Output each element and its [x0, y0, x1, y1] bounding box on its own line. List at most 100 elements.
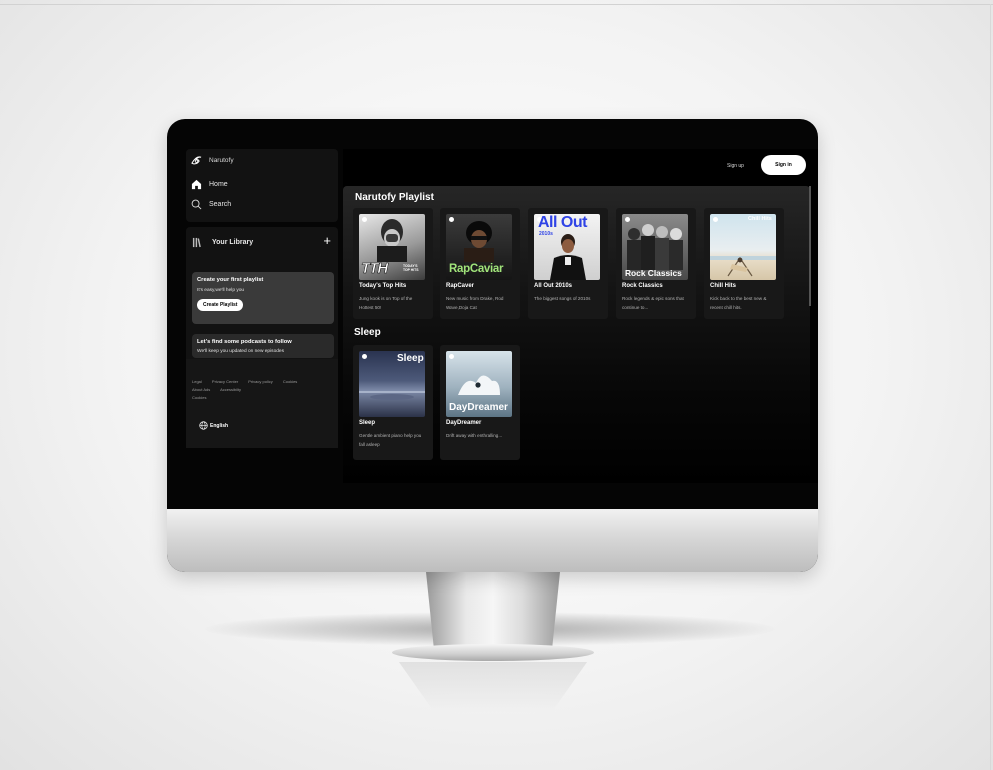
playlist-card[interactable]: Chill Hits Chill Hits Kick back to the b… — [704, 208, 784, 319]
playlist-card[interactable]: Sleep Sleep Gentle ambient piano help yo… — [353, 345, 433, 460]
card-description: The biggest songs of 2010s — [534, 296, 591, 301]
cover-title: Sleep — [397, 353, 424, 364]
library-header: Your Library + — [186, 227, 338, 257]
cover-title: TTH — [361, 260, 389, 278]
card-title: Rock Classics — [622, 283, 663, 289]
cover-figure — [377, 219, 407, 262]
playlist-cover: Sleep — [359, 351, 425, 417]
monitor-stand-base — [392, 644, 594, 661]
card-title: Today's Top Hits — [359, 283, 407, 289]
playlist-cover: DayDreamer — [446, 351, 512, 417]
playlist-card[interactable]: All Out 2010s All Out 2010s The biggest … — [528, 208, 608, 319]
create-playlist-button[interactable]: Create Playlist — [197, 299, 244, 311]
page-border-right — [990, 4, 991, 770]
accessibility-link[interactable]: Accessibilty — [220, 387, 241, 392]
cover-title: Chill Hits — [748, 216, 772, 222]
legal-links: Legal Privacy Center Privacy policy Cook… — [192, 378, 332, 402]
card-description: Kick back to the best new & recent chill… — [710, 296, 767, 310]
promo-playlist-title: Create your first playlist — [197, 277, 264, 283]
section-title-playlist: Narutofy Playlist — [355, 192, 434, 203]
legal-link[interactable]: Legal — [192, 379, 202, 384]
cover-figure — [710, 256, 776, 277]
brand-dot-icon — [362, 217, 367, 222]
signin-button[interactable]: Sign in — [761, 155, 806, 175]
brand-dot-icon — [449, 217, 454, 222]
home-icon — [191, 179, 202, 190]
cover-title: All Out — [538, 214, 587, 231]
playlist-cover: RapCaviar — [446, 214, 512, 280]
add-library-button[interactable]: + — [323, 234, 331, 247]
section-title-sleep: Sleep — [354, 327, 381, 338]
cover-title: DayDreamer — [449, 402, 508, 413]
privacy-policy-link[interactable]: Privacy policy — [248, 379, 272, 384]
globe-icon — [199, 421, 208, 430]
card-description: Rock legends & epic sons that continue t… — [622, 296, 684, 310]
language-label: English — [210, 422, 229, 429]
card-description: Drift away with enthralling... — [446, 433, 503, 438]
card-description: New music from Drake, Rod Wave,Doja Cat — [446, 296, 504, 310]
card-title: Chill Hits — [710, 283, 737, 289]
playlist-cover: TTH TODAY'S TOP HITS — [359, 214, 425, 280]
card-title: Sleep — [359, 420, 376, 426]
library-title[interactable]: Your Library — [212, 239, 253, 246]
monitor-chin — [167, 509, 818, 572]
cover-figure — [550, 234, 586, 280]
stand-reflection — [398, 662, 588, 712]
brand-name: Narutofy — [209, 157, 234, 164]
signup-button[interactable]: Sign up — [727, 163, 744, 169]
playlist-card[interactable]: Rock Classics Rock Classics Rock legends… — [616, 208, 696, 319]
create-playlist-promo: Create your first playlist It's easy,we'… — [192, 272, 334, 324]
nav-home-label: Home — [209, 181, 228, 188]
card-title: All Out 2010s — [534, 283, 573, 289]
main-area: Sign up Sign in Narutofy Playlist TTH TO… — [343, 149, 818, 483]
playlist-cover: All Out 2010s — [534, 214, 600, 280]
playlist-card[interactable]: DayDreamer DayDreamer Drift away with en… — [440, 345, 520, 460]
card-title: DayDreamer — [446, 420, 482, 426]
monitor-stand — [426, 572, 560, 650]
library-footer: Legal Privacy Center Privacy policy Cook… — [186, 359, 338, 448]
cover-figure — [464, 221, 494, 262]
playlist-card[interactable]: TTH TODAY'S TOP HITS Today's Top Hits Ju… — [353, 208, 433, 319]
nav-search[interactable]: Search — [191, 199, 231, 210]
privacy-center-link[interactable]: Privacy Center — [212, 379, 238, 384]
promo-podcast-title: Let's find some podcasts to follow — [197, 339, 292, 345]
library-panel: Your Library + Create your first playlis… — [186, 227, 338, 448]
card-description: Gentle ambient piano help you fall aslee… — [359, 433, 422, 447]
brand-dot-icon — [713, 217, 718, 222]
cover-figure — [359, 391, 425, 400]
brand-dot-icon — [449, 354, 454, 359]
playlist-cover: Rock Classics — [622, 214, 688, 280]
cover-title: RapCaviar — [449, 263, 504, 275]
scrollbar[interactable] — [809, 186, 811, 306]
promo-podcast-text: We'll keep you updated on new episodes — [197, 349, 284, 354]
nav-search-label: Search — [209, 201, 232, 208]
library-icon[interactable] — [192, 237, 203, 248]
cover-subtitle: TODAY'S TOP HITS — [403, 264, 419, 272]
monitor: Narutofy Home Search Your Library + Crea… — [167, 119, 818, 572]
cookies-link[interactable]: Cookies — [283, 379, 297, 384]
brand-dot-icon — [625, 217, 630, 222]
leaf-logo-icon — [191, 156, 202, 165]
card-description: Jung kook is on Top of the Hottest 50! — [359, 296, 413, 310]
about-ads-link[interactable]: About Ads — [192, 387, 210, 392]
search-icon — [191, 199, 202, 210]
cover-title: Rock Classics — [625, 268, 682, 278]
playlist-card[interactable]: RapCaviar RapCaver New music from Drake,… — [440, 208, 520, 319]
card-title: RapCaver — [446, 283, 475, 289]
cover-figure — [458, 375, 500, 395]
language-button[interactable]: English — [199, 421, 228, 430]
content-area: Narutofy Playlist TTH TODAY'S TOP HITS T… — [343, 186, 810, 483]
playlist-cover: Chill Hits — [710, 214, 776, 280]
top-bar: Sign up Sign in — [343, 149, 818, 186]
brand-dot-icon — [362, 354, 367, 359]
promo-playlist-text: It's easy,we'll help you — [197, 288, 245, 293]
cover-subtitle: 2010s — [539, 231, 553, 237]
cookies-link-2[interactable]: Cookies — [192, 395, 206, 400]
cover-figure — [627, 224, 683, 270]
podcast-promo: Let's find some podcasts to follow We'll… — [192, 334, 334, 358]
nav-home[interactable]: Home — [191, 179, 228, 190]
brand[interactable]: Narutofy — [190, 154, 234, 167]
app-window: Narutofy Home Search Your Library + Crea… — [186, 149, 818, 483]
nav-panel: Narutofy Home Search — [186, 149, 338, 222]
page-border-top — [0, 4, 993, 5]
